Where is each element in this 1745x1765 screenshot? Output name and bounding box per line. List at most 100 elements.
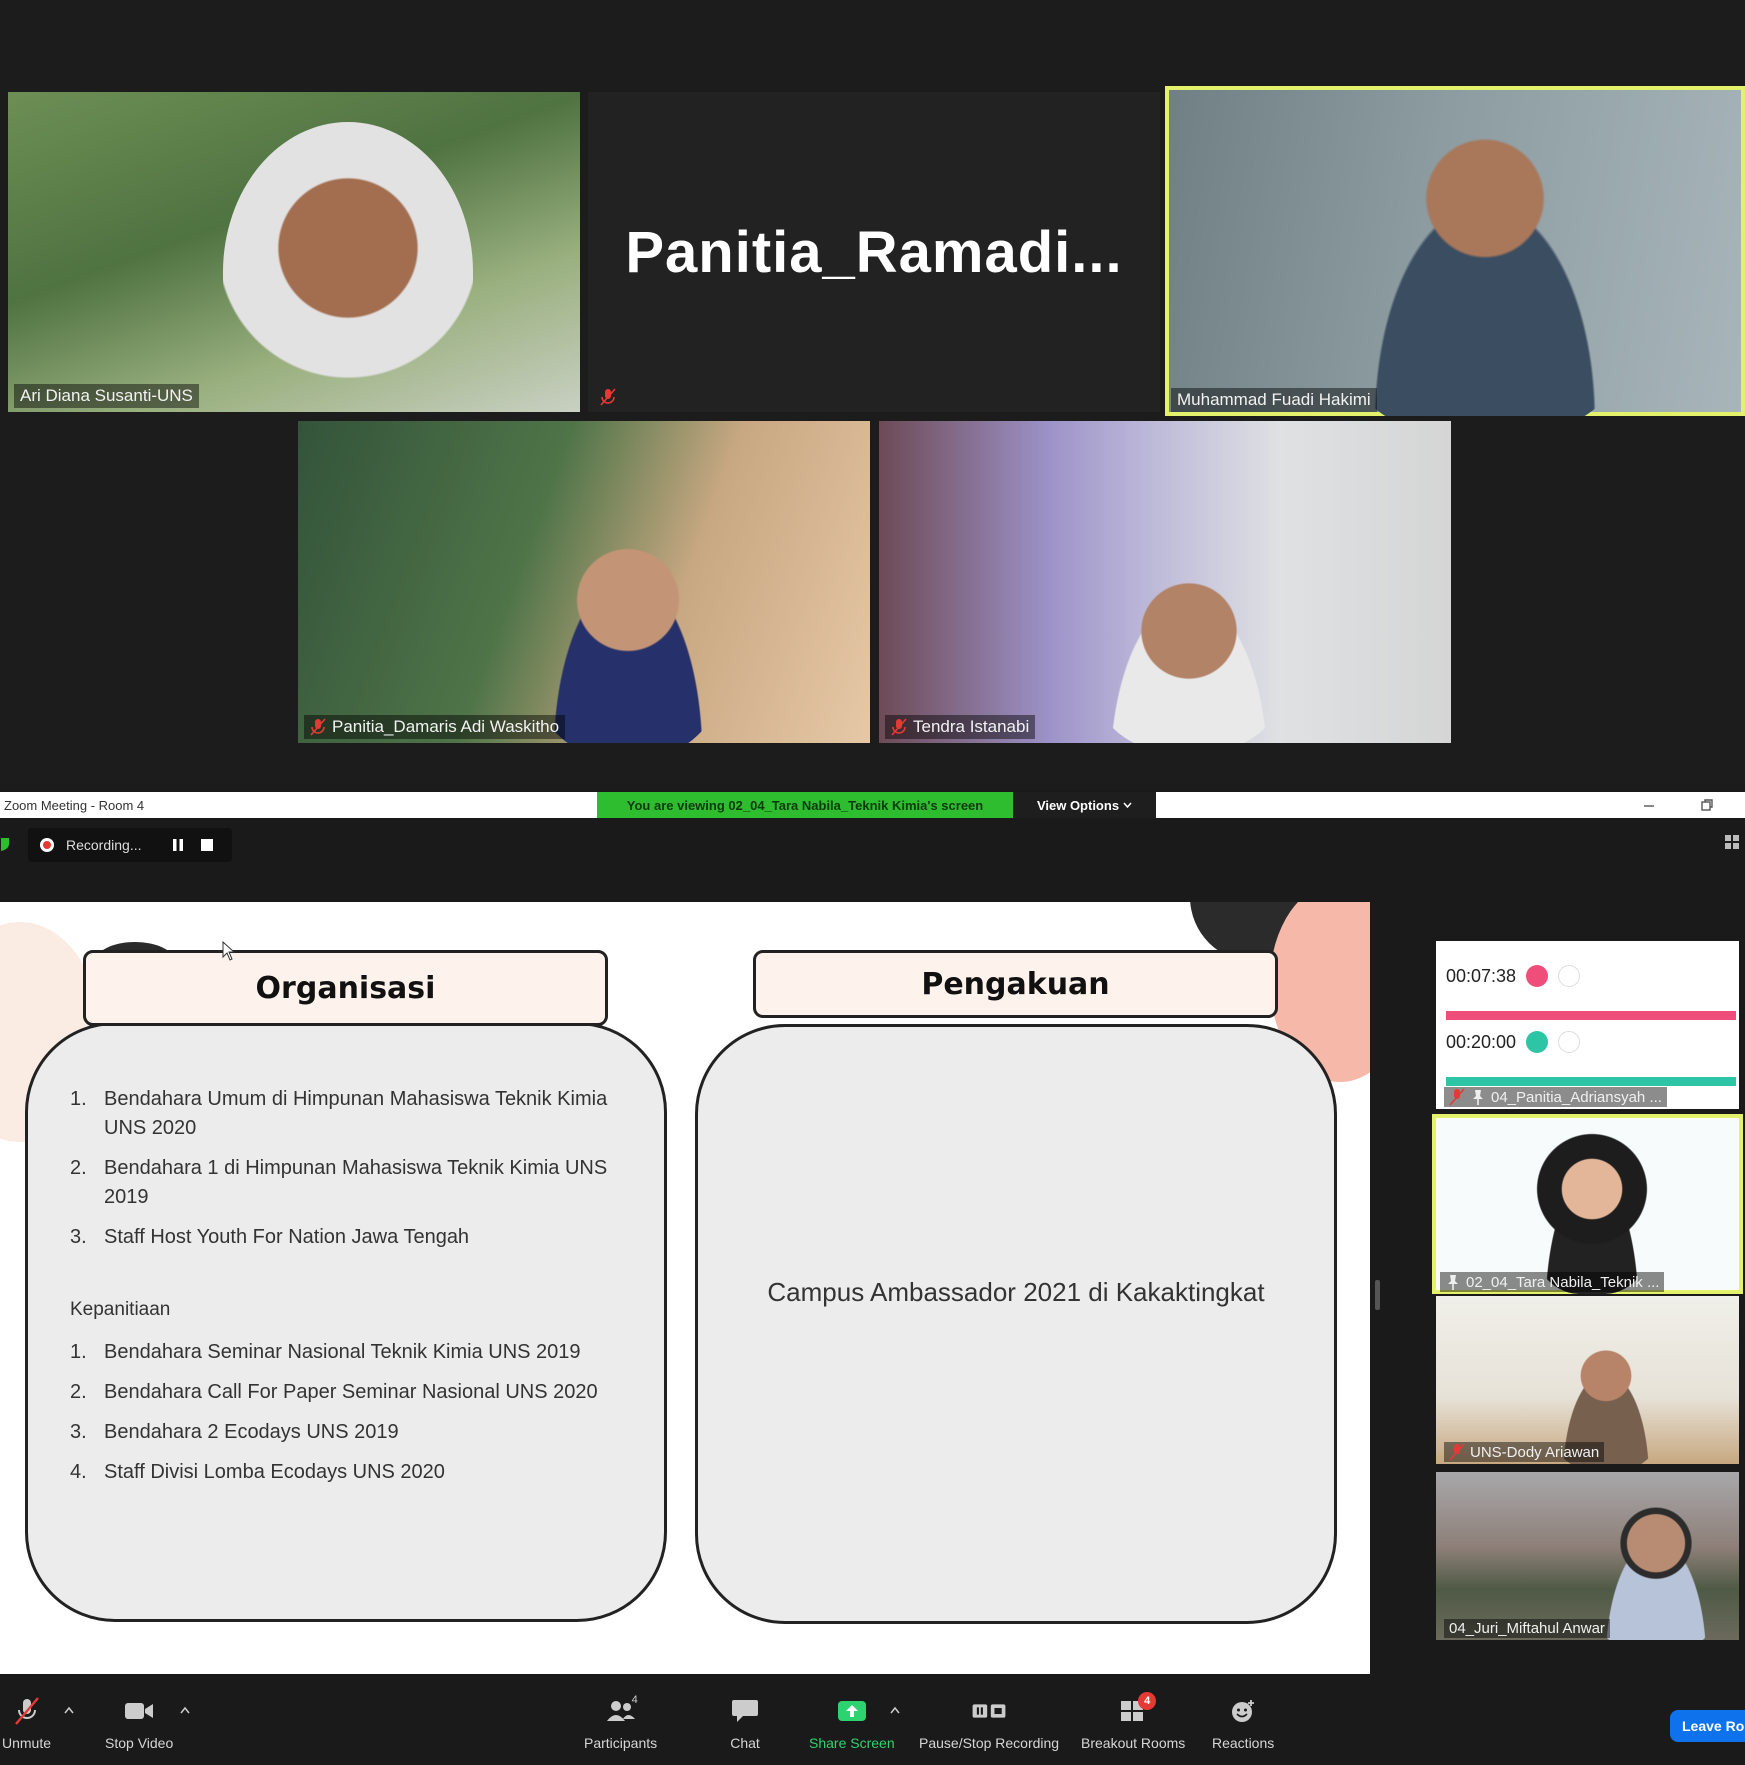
list-item: 3. Staff Host Youth For Nation Jawa Tenga…	[70, 1226, 470, 1248]
timer-value: 00:07:38	[1446, 965, 1517, 986]
breakout-rooms-label: Breakout Rooms	[1081, 1735, 1186, 1751]
shared-screen-slide: 1. Bendahara Umum di Himpunan Mahasiswa T…	[0, 902, 1370, 1674]
pin-icon	[1448, 1275, 1458, 1290]
mic-muted-icon	[1449, 1088, 1465, 1106]
share-screen-button[interactable]: Share Screen	[809, 1694, 895, 1751]
mic-slot	[10, 1694, 44, 1728]
thumbnail-tara-nabila[interactable]: 02_04_Tara Nabila_Teknik ...	[1432, 1114, 1743, 1294]
organisasi-panel: 1. Bendahara Umum di Himpunan Mahasiswa T…	[25, 1022, 667, 1622]
recording-indicator: Recording...	[28, 828, 232, 862]
share-slot	[835, 1694, 869, 1728]
share-screen-label: Share Screen	[809, 1735, 895, 1751]
kepanitiaan-heading: Kepanitiaan	[70, 1299, 171, 1320]
participants-slot: 4	[604, 1694, 638, 1728]
window-title: Zoom Meeting - Room 4	[4, 797, 145, 813]
participant-name-label: Panitia_Damaris Adi Waskitho	[304, 715, 566, 739]
pause-recording-icon[interactable]	[171, 838, 185, 852]
recording-slot	[972, 1694, 1006, 1728]
chevron-up-icon[interactable]	[64, 1706, 74, 1714]
leave-room-button[interactable]: Leave Ro	[1670, 1710, 1745, 1742]
pause-stop-icon	[972, 1704, 1006, 1718]
recording-label: Recording...	[66, 837, 142, 853]
video-camera-icon	[125, 1703, 154, 1719]
reactions-slot	[1226, 1694, 1260, 1728]
organisasi-title: Organisasi	[83, 950, 608, 1026]
mouse-cursor-icon	[222, 941, 236, 961]
thumbnail-dody-ariawan[interactable]: UNS-Dody Ariawan	[1436, 1296, 1739, 1464]
breakout-rooms-button[interactable]: 4 Breakout Rooms	[1081, 1692, 1186, 1751]
list-item: 2. Bendahara 1 di Himpunan Mahasiswa Tekn…	[70, 1157, 608, 1208]
meeting-toolbar: Unmute Stop Video 4 Participants Chat Sh…	[0, 1684, 1745, 1765]
timer-progress-bar	[1446, 1077, 1736, 1086]
organisasi-list: 1. Bendahara Umum di Himpunan Mahasiswa T…	[70, 1085, 640, 1498]
participant-name-label: UNS-Dody Ariawan	[1444, 1442, 1605, 1462]
timer-option-icon	[1558, 1031, 1581, 1053]
list-item: 1. Bendahara Seminar Nasional Teknik Kimi…	[70, 1341, 581, 1363]
panel-resize-handle[interactable]	[1375, 1280, 1380, 1310]
breakout-notification-badge: 4	[1138, 1692, 1157, 1710]
participants-count: 4	[631, 1694, 638, 1706]
participant-video	[223, 122, 473, 412]
participant-video	[1586, 1492, 1726, 1640]
participant-name-label: Ari Diana Susanti-UNS	[14, 384, 199, 408]
pengakuan-title: Pengakuan	[753, 950, 1278, 1018]
video-tile-panitia-ramadi[interactable]: Panitia_Ramadi...	[588, 92, 1160, 412]
timer-status-icon	[1526, 965, 1549, 987]
thumbnail-miftahul-anwar[interactable]: 04_Juri_Miftahul Anwar	[1436, 1472, 1739, 1640]
participant-video	[1325, 106, 1645, 416]
mic-muted-icon	[310, 718, 326, 736]
chat-slot	[728, 1694, 762, 1728]
video-slot	[122, 1694, 156, 1728]
minimize-icon[interactable]	[1640, 796, 1658, 814]
pause-stop-recording-label: Pause/Stop Recording	[919, 1735, 1060, 1751]
chevron-down-icon	[1123, 802, 1132, 808]
stop-video-button[interactable]: Stop Video	[105, 1694, 173, 1751]
participants-button[interactable]: 4 Participants	[584, 1694, 657, 1751]
unmute-label: Unmute	[2, 1735, 52, 1751]
breakout-slot: 4	[1116, 1692, 1157, 1728]
reactions-label: Reactions	[1212, 1735, 1275, 1751]
video-tile-ari-diana[interactable]: Ari Diana Susanti-UNS	[8, 92, 580, 412]
security-shield-icon	[1, 838, 9, 851]
restore-window-icon[interactable]	[1698, 796, 1716, 814]
mic-muted-icon	[14, 1697, 39, 1725]
participant-name-label: Muhammad Fuadi Hakimi	[1171, 388, 1377, 412]
timer-progress-bar	[1446, 1011, 1736, 1020]
reactions-button[interactable]: Reactions	[1212, 1694, 1274, 1751]
gallery-view: Ari Diana Susanti-UNS Panitia_Ramadi... …	[0, 0, 1745, 790]
pause-stop-recording-button[interactable]: Pause/Stop Recording	[919, 1694, 1059, 1751]
participants-label: Participants	[584, 1735, 658, 1751]
chevron-up-icon[interactable]	[890, 1706, 900, 1714]
chevron-up-icon[interactable]	[180, 1706, 190, 1714]
participant-name-label: 02_04_Tara Nabila_Teknik ...	[1440, 1272, 1665, 1292]
participant-name-label: 04_Juri_Miftahul Anwar	[1444, 1619, 1610, 1638]
mic-muted-icon	[1449, 1443, 1465, 1461]
share-screen-icon	[837, 1701, 866, 1721]
participant-video	[1089, 551, 1289, 743]
timer-status-icon	[1526, 1031, 1549, 1053]
list-item: 1. Bendahara Umum di Himpunan Mahasiswa T…	[70, 1088, 608, 1139]
view-options-label: View Options	[1036, 797, 1120, 813]
list-item: 3. Bendahara 2 Ecodays UNS 2019	[70, 1421, 399, 1443]
view-options-button[interactable]: View Options	[1013, 792, 1156, 818]
participant-name-placeholder: Panitia_Ramadi...	[625, 219, 1123, 285]
pin-icon	[1473, 1090, 1483, 1105]
participant-name-label: Tendra Istanabi	[885, 715, 1036, 739]
thumbnail-adriansyah[interactable]: 00:07:38 00:20:00 04_Panitia_Adriansyah …	[1436, 941, 1739, 1109]
pengakuan-panel: Campus Ambassador 2021 di Kakaktingkat	[695, 1024, 1337, 1624]
video-tile-tendra[interactable]: Tendra Istanabi	[879, 421, 1451, 743]
chat-button[interactable]: Chat	[728, 1694, 762, 1751]
timer-row: 00:07:38	[1446, 965, 1581, 987]
stop-recording-icon[interactable]	[201, 839, 214, 851]
chat-bubble-icon	[732, 1700, 758, 1722]
list-item: 2. Bendahara Call For Paper Seminar Nasio…	[70, 1381, 598, 1403]
unmute-button[interactable]: Unmute	[2, 1694, 51, 1751]
video-tile-muhammad-fuadi[interactable]: Muhammad Fuadi Hakimi	[1165, 86, 1745, 416]
video-tile-damaris[interactable]: Panitia_Damaris Adi Waskitho	[298, 421, 870, 743]
gallery-grid-icon[interactable]	[1724, 834, 1740, 850]
participant-video	[1527, 1119, 1657, 1294]
stop-video-label: Stop Video	[105, 1735, 174, 1751]
timer-value: 00:20:00	[1446, 1031, 1517, 1052]
participant-name-label: 04_Panitia_Adriansyah ...	[1444, 1087, 1667, 1107]
screen: Ari Diana Susanti-UNS Panitia_Ramadi... …	[0, 0, 1745, 1765]
